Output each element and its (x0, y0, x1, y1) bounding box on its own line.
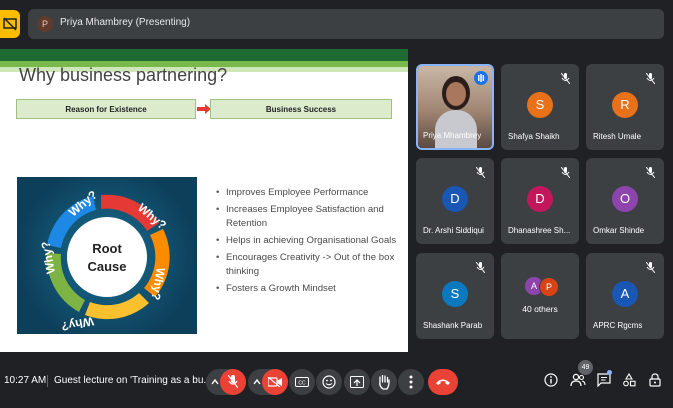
avatar: D (527, 186, 553, 212)
bullet-item: Improves Employee Performance (216, 186, 402, 200)
participant-name: Shafya Shaikh (508, 132, 560, 141)
bullet-item: Increases Employee Satisfaction and Rete… (216, 203, 402, 231)
raise-hand-icon (379, 374, 390, 390)
bullet-item: Fosters a Growth Mindset (216, 282, 402, 296)
mic-off-icon (561, 73, 570, 84)
bullet-item: Encourages Creativity -> Out of the box … (216, 251, 402, 279)
avatar: O (612, 186, 638, 212)
presenter-bar: P Priya Mhambrey (Presenting) (28, 9, 664, 39)
speaking-indicator-icon (474, 71, 488, 85)
slide-header-bar (0, 49, 408, 61)
participant-tile[interactable]: O Omkar Shinde (586, 158, 664, 244)
reactions-button[interactable] (316, 369, 342, 395)
participant-tile[interactable]: R Ritesh Umale (586, 64, 664, 150)
bullet-item: Helps in achieving Organisational Goals (216, 234, 402, 248)
others-tile[interactable]: A P 40 others (501, 253, 579, 339)
leave-call-button[interactable] (428, 369, 458, 395)
participant-tile[interactable]: D Dr. Arshi Siddiqui (416, 158, 494, 244)
participant-name: Ritesh Umale (593, 132, 642, 141)
slide-title: Why business partnering? (19, 65, 228, 85)
camera-control[interactable] (248, 369, 288, 395)
mic-off-icon (646, 262, 655, 273)
arrow-right-icon (197, 104, 211, 114)
present-screen-icon (350, 376, 364, 388)
avatar: D (442, 186, 468, 212)
people-icon[interactable] (570, 373, 586, 387)
avatar: R (612, 92, 638, 118)
segment-label: Why? (60, 314, 95, 333)
camera-off-icon (268, 377, 282, 387)
mic-off-icon (476, 262, 485, 273)
presentation-indicator[interactable] (0, 10, 20, 38)
why-cycle-graphic: Why? Why? Why? Why? Why? Root Cause (38, 188, 170, 334)
activities-icon[interactable] (622, 373, 636, 387)
avatar: S (527, 92, 553, 118)
others-count: 40 others (522, 304, 558, 314)
participant-tile[interactable]: D Dhanashree Sh... (501, 158, 579, 244)
success-header: Business Success (210, 99, 392, 119)
participant-name: Dhanashree Sh... (508, 226, 571, 235)
diagram-center-line1: Root (92, 241, 122, 256)
participant-name: Dr. Arshi Siddiqui (423, 226, 484, 235)
participant-name: Priya Mhambrey (423, 131, 482, 140)
participant-name: Omkar Shinde (593, 226, 645, 235)
camera-toggle-button[interactable] (262, 369, 288, 395)
avatar: S (442, 281, 468, 307)
mic-off-icon (228, 375, 238, 389)
chevron-up-icon[interactable] (253, 378, 261, 386)
mic-off-icon (476, 167, 485, 178)
avatar: P (539, 277, 559, 297)
video-person-shoulders (435, 110, 477, 148)
more-options-button[interactable] (398, 369, 424, 395)
avatar: A (612, 281, 638, 307)
hang-up-icon (436, 379, 450, 385)
mic-off-icon (646, 167, 655, 178)
slide-bullets: Improves Employee Performance Increases … (216, 186, 402, 299)
chevron-up-icon[interactable] (211, 378, 219, 386)
more-icon (409, 375, 413, 389)
present-now-button[interactable] (344, 369, 370, 395)
raise-hand-button[interactable] (371, 369, 397, 395)
participant-tile[interactable]: S Shashank Parab (416, 253, 494, 339)
participant-tile[interactable]: S Shafya Shaikh (501, 64, 579, 150)
reason-header: Reason for Existence (16, 99, 196, 119)
root-cause-diagram: Why? Why? Why? Why? Why? Root Cause (17, 177, 197, 334)
chat-icon[interactable] (597, 373, 611, 387)
svg-text:CC: CC (298, 380, 306, 386)
captions-button[interactable]: CC (289, 369, 315, 395)
present-icon (3, 17, 17, 31)
presenter-label: Priya Mhambrey (Presenting) (60, 17, 191, 28)
presenter-avatar: P (37, 16, 53, 32)
mic-toggle-button[interactable] (220, 369, 246, 395)
participant-tile-speaking[interactable]: Priya Mhambrey (416, 64, 494, 150)
captions-icon: CC (295, 377, 309, 387)
segment-label: Why? (148, 266, 167, 301)
participant-name: Shashank Parab (423, 321, 483, 330)
diagram-center-line2: Cause (87, 259, 126, 274)
participant-name: APRC Rgcms (593, 321, 643, 330)
meeting-title: Guest lecture on 'Training as a bu... (54, 375, 212, 386)
notification-dot (607, 370, 612, 375)
participant-tile[interactable]: A APRC Rgcms (586, 253, 664, 339)
mic-off-icon (561, 167, 570, 178)
divider (47, 375, 48, 387)
mic-off-icon (646, 73, 655, 84)
clock: 10:27 AM (4, 375, 47, 386)
host-controls-icon[interactable] (648, 373, 662, 387)
info-icon[interactable] (544, 373, 558, 387)
mic-control[interactable] (206, 369, 246, 395)
video-person-face (446, 82, 466, 106)
emoji-icon (322, 375, 336, 389)
